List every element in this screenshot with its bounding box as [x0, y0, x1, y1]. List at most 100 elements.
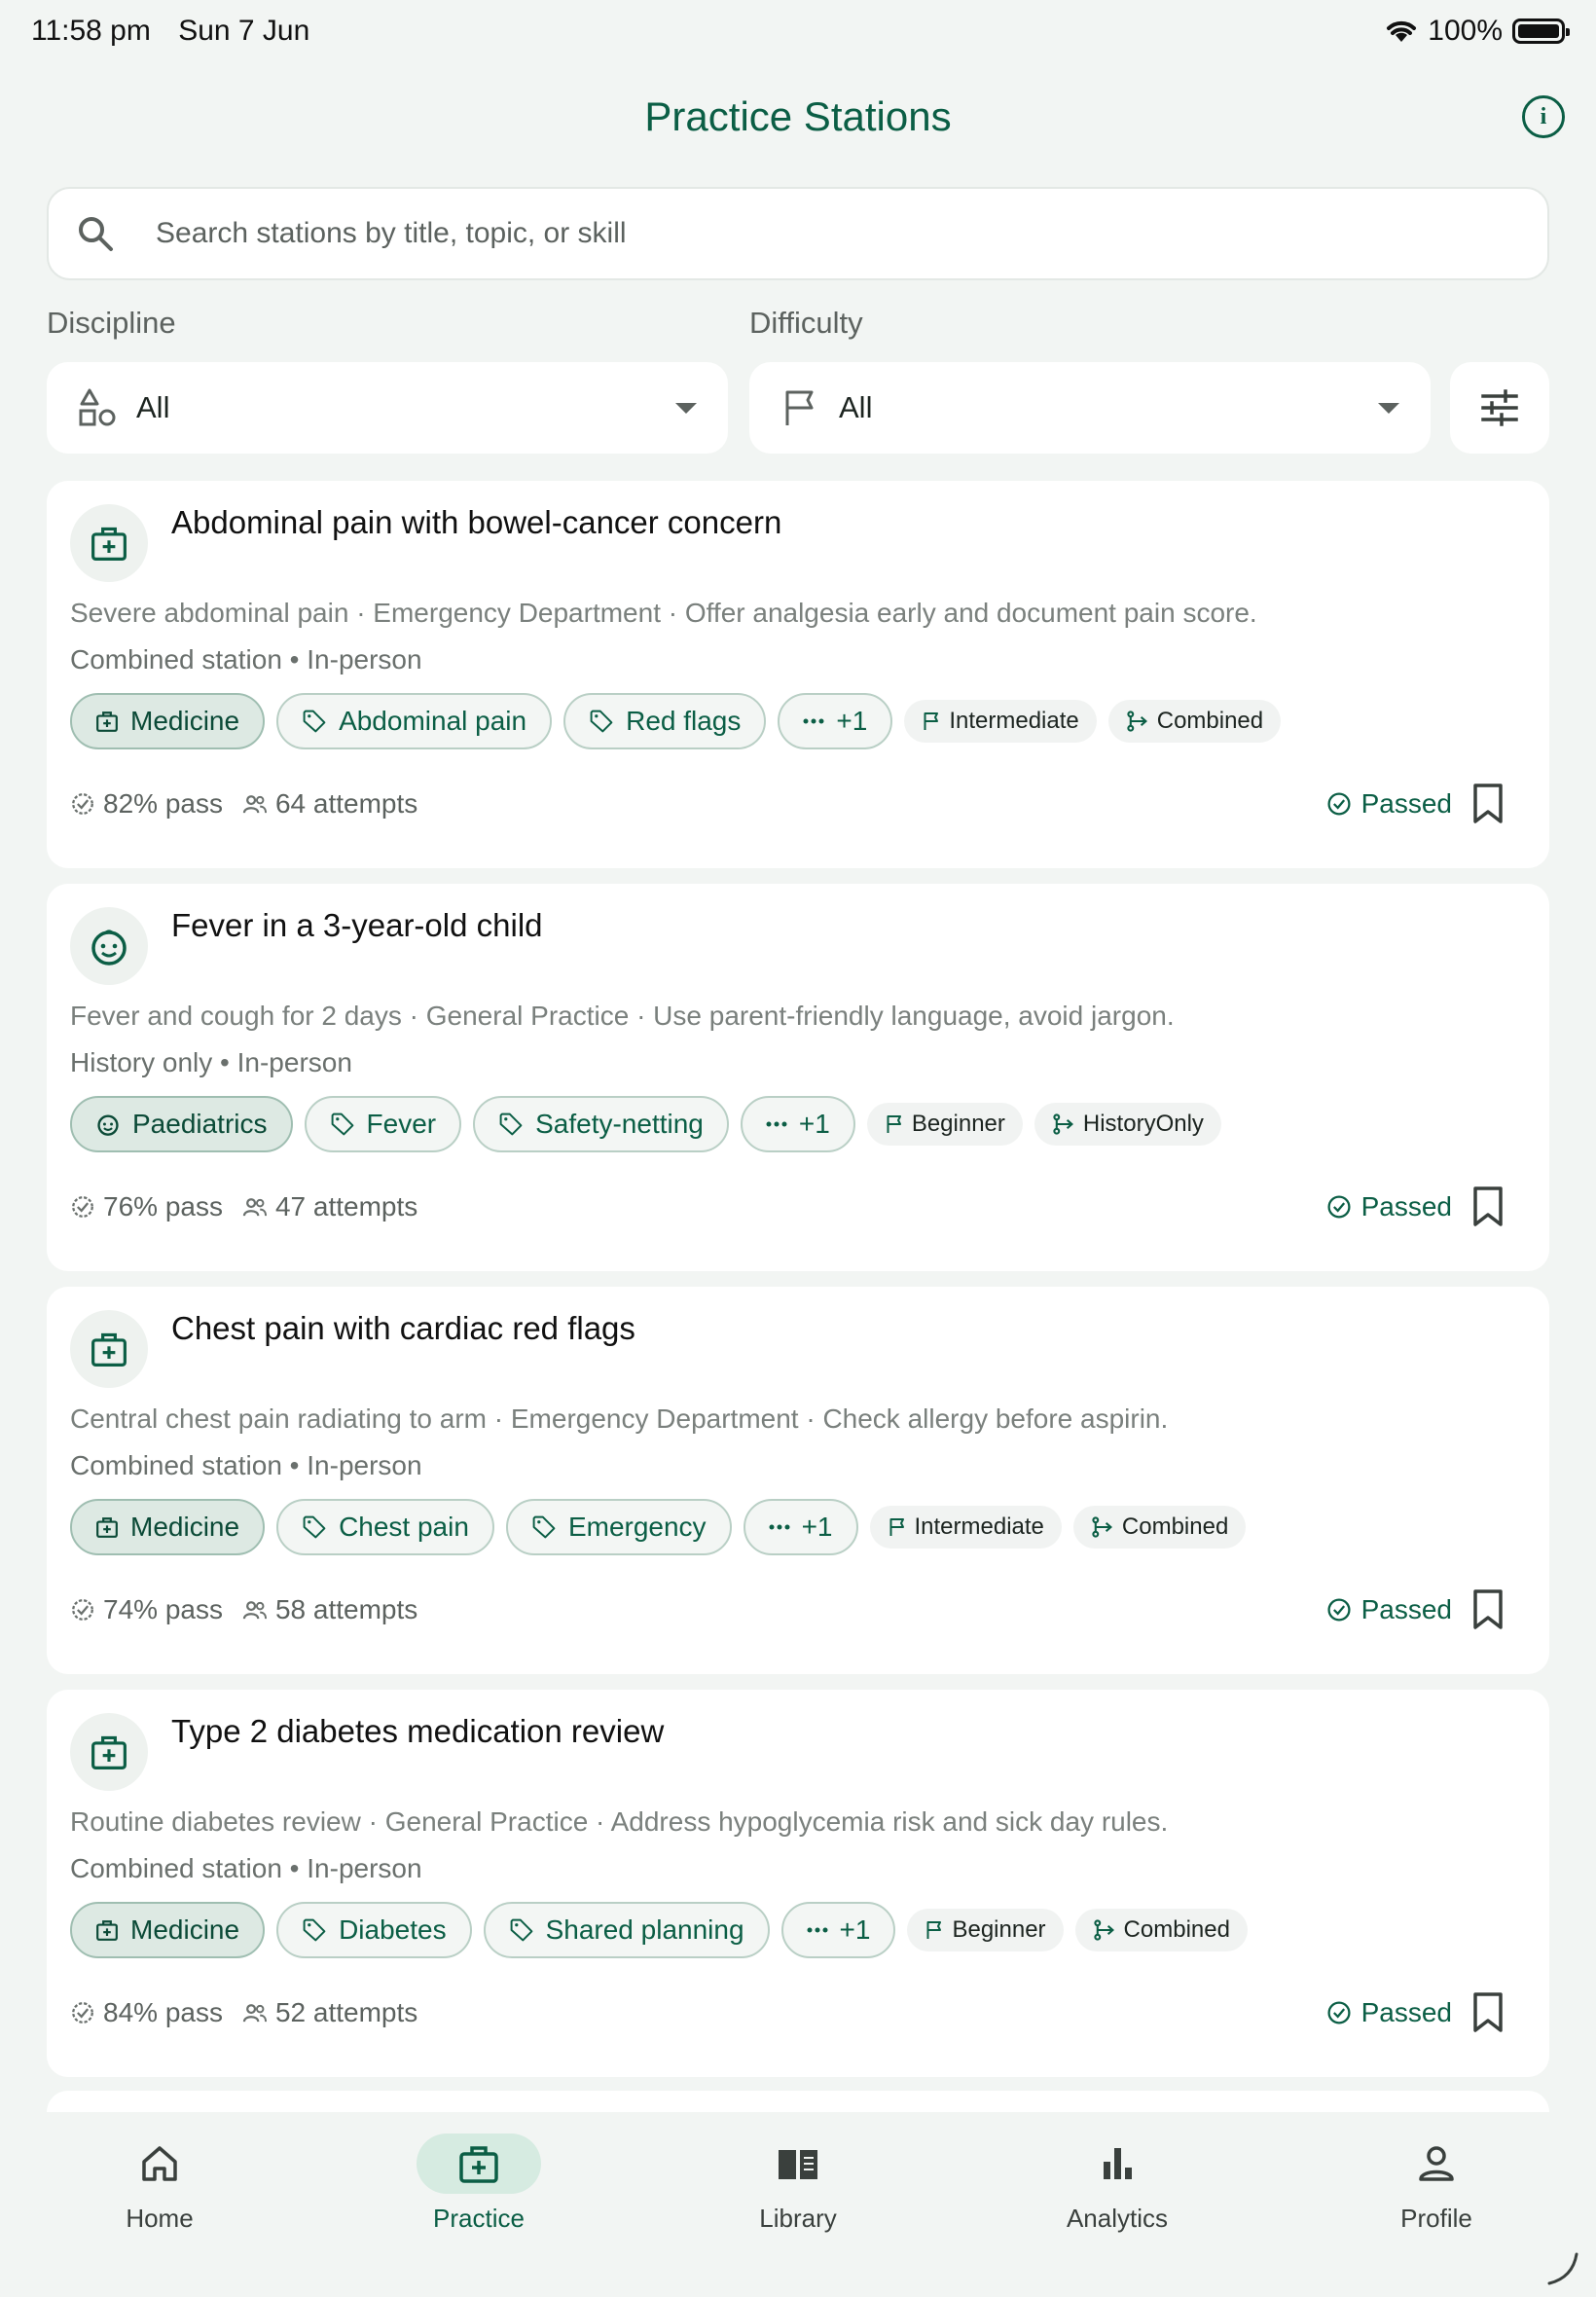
pass-rate: 82% pass: [70, 788, 223, 820]
tag-chip[interactable]: Red flags: [563, 693, 767, 749]
status-badge: Passed: [1326, 1191, 1452, 1222]
advanced-filters-button[interactable]: [1450, 362, 1549, 454]
search-bar[interactable]: [47, 187, 1549, 280]
pass-rate-value: 74% pass: [103, 1594, 223, 1624]
station-type-label: Combined: [1156, 708, 1264, 734]
attempt-count-value: 64 attempts: [274, 788, 418, 819]
tag-chip-label: Fever: [366, 1109, 437, 1139]
attempt-count: 58 attempts: [242, 1594, 417, 1625]
more-tags-chip[interactable]: +1: [780, 1902, 896, 1958]
bookmark-icon: [1471, 1185, 1505, 1228]
bookmark-button[interactable]: [1471, 1185, 1505, 1228]
bottom-navigation: Home Practice Library Analytics Profile: [0, 2112, 1596, 2297]
tag-chip[interactable]: Chest pain: [276, 1499, 494, 1555]
tag-icon: [330, 1112, 355, 1137]
bookmark-button[interactable]: [1471, 1588, 1505, 1631]
verified-icon: [70, 1194, 95, 1220]
tag-chip-label: Chest pain: [339, 1512, 469, 1542]
bookmark-button[interactable]: [1471, 783, 1505, 825]
station-stats: 74% pass 58 attempts: [70, 1594, 417, 1625]
nav-analytics[interactable]: Analytics: [1020, 2133, 1215, 2297]
medical-kit-icon: [70, 1713, 148, 1791]
tag-icon: [509, 1917, 534, 1943]
station-title: Chest pain with cardiac red flags: [171, 1310, 635, 1346]
status-badge: Passed: [1326, 1594, 1452, 1625]
tag-chip[interactable]: Diabetes: [276, 1902, 472, 1958]
tag-icon: [498, 1112, 524, 1137]
discipline-chip[interactable]: Medicine: [70, 693, 266, 749]
tag-chip[interactable]: Shared planning: [483, 1902, 770, 1958]
station-card[interactable]: Chest pain with cardiac red flags Centra…: [47, 1287, 1549, 1674]
medical-kit-icon: [70, 504, 148, 582]
wifi-icon: [1387, 20, 1417, 42]
home-icon: [142, 2146, 177, 2181]
info-button[interactable]: i: [1522, 95, 1565, 138]
station-title: Type 2 diabetes medication review: [171, 1713, 665, 1749]
discipline-label: Discipline: [47, 306, 176, 340]
nav-practice[interactable]: Practice: [381, 2133, 576, 2297]
tag-chip[interactable]: Abdominal pain: [276, 693, 553, 749]
nav-home-label: Home: [126, 2204, 194, 2233]
pass-rate: 84% pass: [70, 1997, 223, 2028]
discipline-chip[interactable]: Paediatrics: [70, 1096, 293, 1152]
difficulty-badge: Beginner: [907, 1909, 1064, 1951]
station-card[interactable]: Type 2 diabetes medication review Routin…: [47, 1690, 1549, 2077]
pass-rate-value: 76% pass: [103, 1191, 223, 1221]
difficulty-label: Difficulty: [749, 306, 863, 340]
battery-icon: [1512, 18, 1570, 44]
attempt-count: 64 attempts: [242, 788, 417, 820]
nav-home[interactable]: Home: [62, 2133, 257, 2297]
discipline-value: All: [136, 390, 170, 424]
more-tags-chip[interactable]: +1: [740, 1096, 855, 1152]
station-description: Fever and cough for 2 days · General Pra…: [70, 1001, 1175, 1031]
nav-analytics-label: Analytics: [1066, 2204, 1169, 2233]
attempt-count-value: 52 attempts: [274, 1997, 418, 2027]
nav-library[interactable]: Library: [701, 2133, 895, 2297]
tag-chip[interactable]: Safety-netting: [473, 1096, 729, 1152]
discipline-chip-label: Medicine: [130, 1914, 240, 1945]
discipline-chip-label: Medicine: [130, 706, 240, 736]
bookmark-button[interactable]: [1471, 1991, 1505, 2034]
discipline-chip[interactable]: Medicine: [70, 1499, 266, 1555]
more-tags-chip[interactable]: +1: [743, 1499, 858, 1555]
discipline-select[interactable]: All: [47, 362, 728, 454]
attempt-count: 52 attempts: [242, 1997, 417, 2028]
flag-icon: [885, 1113, 904, 1135]
header: Practice Stations i: [0, 86, 1596, 148]
tag-chip[interactable]: Fever: [304, 1096, 462, 1152]
bookmark-icon: [1471, 1588, 1505, 1631]
tag-icon: [302, 709, 327, 734]
station-card[interactable]: Abdominal pain with bowel-cancer concern…: [47, 481, 1549, 868]
station-card[interactable]: Fever in a 3-year-old child Fever and co…: [47, 884, 1549, 1271]
attempt-count-value: 47 attempts: [274, 1191, 418, 1221]
people-icon: [242, 2000, 268, 2025]
difficulty-select[interactable]: All: [749, 362, 1431, 454]
station-type-label: Combined: [1121, 1513, 1229, 1540]
tag-chip-label: Safety-netting: [535, 1109, 704, 1139]
tag-chip-label: Diabetes: [339, 1914, 447, 1945]
station-type-label: Combined: [1123, 1916, 1230, 1943]
tag-icon: [589, 709, 614, 734]
station-title: Abdominal pain with bowel-cancer concern: [171, 504, 782, 540]
merge-icon: [1093, 1918, 1116, 1942]
more-tags-chip[interactable]: +1: [778, 693, 893, 749]
more-horizontal-icon: [766, 1120, 787, 1128]
more-tags-count: +1: [839, 1914, 871, 1945]
nav-profile-label: Profile: [1400, 2204, 1472, 2233]
discipline-chip-label: Paediatrics: [132, 1109, 268, 1139]
station-type-badge: Combined: [1072, 1506, 1247, 1549]
station-stats: 76% pass 47 attempts: [70, 1191, 417, 1222]
chevron-down-icon: [1378, 402, 1399, 414]
discipline-chip[interactable]: Medicine: [70, 1902, 266, 1958]
nav-profile[interactable]: Profile: [1339, 2133, 1534, 2297]
tag-icon: [302, 1514, 327, 1540]
check-circle-icon: [1326, 2000, 1352, 2025]
difficulty-badge-label: Beginner: [952, 1916, 1046, 1943]
flag-icon: [785, 390, 814, 425]
search-input[interactable]: [156, 217, 1547, 250]
tag-chip[interactable]: Emergency: [505, 1499, 732, 1555]
status-time: 11:58 pm: [31, 15, 151, 47]
verified-icon: [70, 2000, 95, 2025]
attempt-count: 47 attempts: [242, 1191, 417, 1222]
station-meta: Combined station • In-person: [70, 1853, 422, 1883]
